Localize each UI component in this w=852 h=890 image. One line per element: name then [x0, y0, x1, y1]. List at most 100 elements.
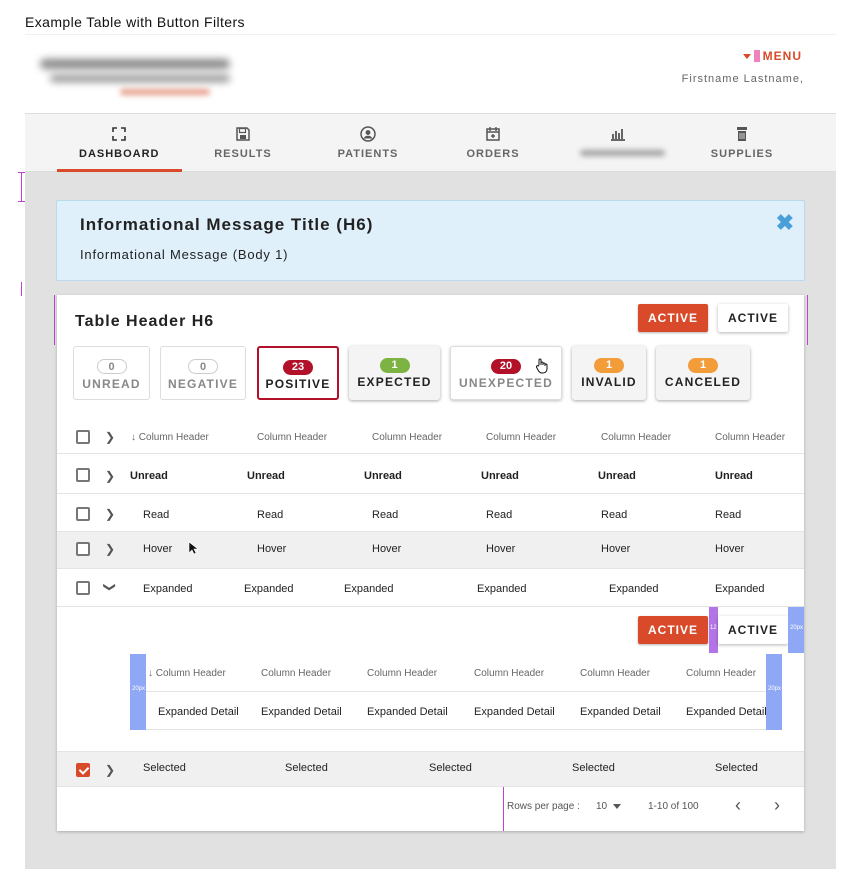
caret-down-icon: [613, 804, 622, 809]
select-all-checkbox[interactable]: [76, 430, 90, 444]
detail-column-header-6[interactable]: Column Header: [686, 668, 756, 679]
sort-arrow-down-icon: ↓: [131, 432, 136, 443]
row-checkbox[interactable]: [76, 581, 90, 595]
table-row[interactable]: ❯ Hover Hover Hover Hover Hover Hover: [57, 532, 804, 569]
user-name: Firstname Lastname,: [681, 73, 804, 85]
column-header-6[interactable]: Column Header: [715, 432, 785, 443]
nav-supplies[interactable]: SUPPLIES: [702, 126, 782, 160]
rows-per-page-value: 10: [596, 801, 608, 812]
table-row[interactable]: ❯ Expanded Expanded Expanded Expanded Ex…: [57, 569, 804, 607]
table-cell: Unread: [598, 470, 636, 482]
main-nav: DASHBOARD RESULTS PATIENTS ORDERS SUPPLI…: [25, 114, 836, 181]
menu-button[interactable]: MENU: [742, 49, 802, 63]
filter-positive-label: POSITIVE: [265, 377, 331, 391]
table-cell: Selected: [143, 762, 186, 774]
sort-arrow-down-icon: ↓: [148, 668, 153, 679]
detail-cell: Expanded Detail: [474, 706, 555, 718]
column-header-5[interactable]: Column Header: [601, 432, 671, 443]
detail-active-button-secondary[interactable]: ACTIVE: [718, 616, 788, 644]
nav-label-redacted: [580, 150, 665, 156]
info-body: Informational Message (Body 1): [80, 247, 289, 262]
row-checkbox[interactable]: [76, 542, 90, 556]
chevron-right-icon[interactable]: ❯: [105, 763, 115, 777]
info-title: Informational Message Title (H6): [80, 215, 374, 234]
filter-expected-label: EXPECTED: [357, 375, 432, 389]
table-header-row: ❯ ↓ Column Header Column Header Column H…: [57, 420, 804, 454]
active-button-primary[interactable]: ACTIVE: [638, 304, 708, 332]
previous-page-icon[interactable]: ‹: [735, 795, 741, 816]
table-row[interactable]: ❯ Read Read Read Read Read Read: [57, 495, 804, 532]
bar-chart-icon: [611, 129, 625, 141]
filter-expected[interactable]: 1 EXPECTED: [349, 346, 440, 400]
pagination: Rows per page : 10 1-10 of 100 ‹ ›: [57, 787, 804, 831]
filter-canceled[interactable]: 1 CANCELED: [656, 346, 750, 400]
chevron-right-icon[interactable]: ❯: [105, 469, 115, 483]
nav-supplies-label: SUPPLIES: [710, 148, 774, 160]
table-cell: Expanded: [477, 583, 527, 595]
table-cell: Expanded: [715, 583, 765, 595]
row-checkbox-checked[interactable]: [76, 763, 90, 777]
detail-column-header-3[interactable]: Column Header: [367, 668, 437, 679]
spacing-marker: 12: [709, 607, 718, 653]
table-cell: Hover: [257, 543, 287, 555]
table-cell: Selected: [572, 762, 615, 774]
filter-expected-count: 1: [379, 358, 410, 373]
column-header-4[interactable]: Column Header: [486, 432, 556, 443]
table-cell: Read: [601, 509, 628, 521]
spacing-guide: [503, 787, 504, 831]
table-cell: Unread: [481, 470, 519, 482]
column-header-3[interactable]: Column Header: [372, 432, 442, 443]
expanded-detail-panel: ACTIVE 12 ACTIVE 20px 20px 20px ↓ Column…: [57, 607, 804, 752]
table-cell: Unread: [715, 470, 753, 482]
filter-unexpected-count: 20: [491, 359, 521, 374]
nav-patients[interactable]: PATIENTS: [328, 126, 408, 160]
filter-negative-label: NEGATIVE: [167, 377, 239, 391]
detail-column-header-2[interactable]: Column Header: [261, 668, 331, 679]
table-card: Table Header H6 ACTIVE ACTIVE 0 UNREAD 0…: [54, 295, 808, 831]
detail-cell: Expanded Detail: [686, 706, 767, 718]
nav-reports[interactable]: [578, 126, 658, 148]
spacing-guide-tick: [18, 201, 25, 202]
table-cell: Selected: [715, 762, 758, 774]
next-page-icon[interactable]: ›: [774, 795, 780, 816]
column-header-1[interactable]: ↓ Column Header: [131, 432, 209, 443]
spacing-marker: 20px: [766, 654, 782, 730]
chevron-right-icon[interactable]: ❯: [105, 507, 115, 521]
spacing-marker: [753, 50, 760, 62]
nav-orders[interactable]: ORDERS: [453, 126, 533, 160]
filter-unread[interactable]: 0 UNREAD: [73, 346, 150, 400]
filter-unread-label: UNREAD: [82, 377, 141, 391]
row-checkbox[interactable]: [76, 507, 90, 521]
detail-column-header-5[interactable]: Column Header: [580, 668, 650, 679]
rows-per-page-select[interactable]: 10: [596, 801, 622, 812]
nav-results[interactable]: RESULTS: [203, 126, 283, 160]
table-row[interactable]: ❯ Unread Unread Unread Unread Unread Unr…: [57, 455, 804, 494]
filter-negative[interactable]: 0 NEGATIVE: [160, 346, 246, 400]
caret-down-icon: [742, 53, 751, 59]
filter-invalid[interactable]: 1 INVALID: [572, 346, 646, 400]
row-checkbox[interactable]: [76, 468, 90, 482]
table-row-selected[interactable]: ❯ Selected Selected Selected Selected Se…: [57, 752, 804, 787]
close-x-icon[interactable]: ✖: [776, 210, 794, 236]
detail-column-header-1[interactable]: ↓ Column Header: [148, 668, 226, 679]
page-title: Example Table with Button Filters: [25, 14, 245, 30]
chevron-right-icon[interactable]: ❯: [105, 542, 115, 556]
expand-icon: [112, 127, 126, 141]
filter-positive[interactable]: 23 POSITIVE: [257, 346, 339, 400]
table-cell: Expanded: [244, 583, 294, 595]
detail-row[interactable]: Expanded Detail Expanded Detail Expanded…: [146, 692, 767, 730]
chevron-right-icon[interactable]: ❯: [105, 430, 115, 444]
detail-active-button-primary[interactable]: ACTIVE: [638, 616, 708, 644]
detail-header-row: ↓ Column Header Column Header Column Hea…: [146, 654, 766, 692]
logo: [30, 51, 240, 99]
detail-column-header-4[interactable]: Column Header: [474, 668, 544, 679]
filter-unexpected-label: UNEXPECTED: [458, 376, 553, 390]
page-range: 1-10 of 100: [648, 801, 699, 812]
chevron-down-icon[interactable]: ❯: [103, 582, 117, 592]
nav-dashboard[interactable]: DASHBOARD: [79, 126, 159, 160]
nav-results-label: RESULTS: [214, 148, 272, 160]
spacing-marker: 20px: [788, 607, 804, 653]
active-button-secondary[interactable]: ACTIVE: [718, 304, 788, 332]
column-header-2[interactable]: Column Header: [257, 432, 327, 443]
top-bar: MENU Firstname Lastname,: [25, 34, 836, 114]
